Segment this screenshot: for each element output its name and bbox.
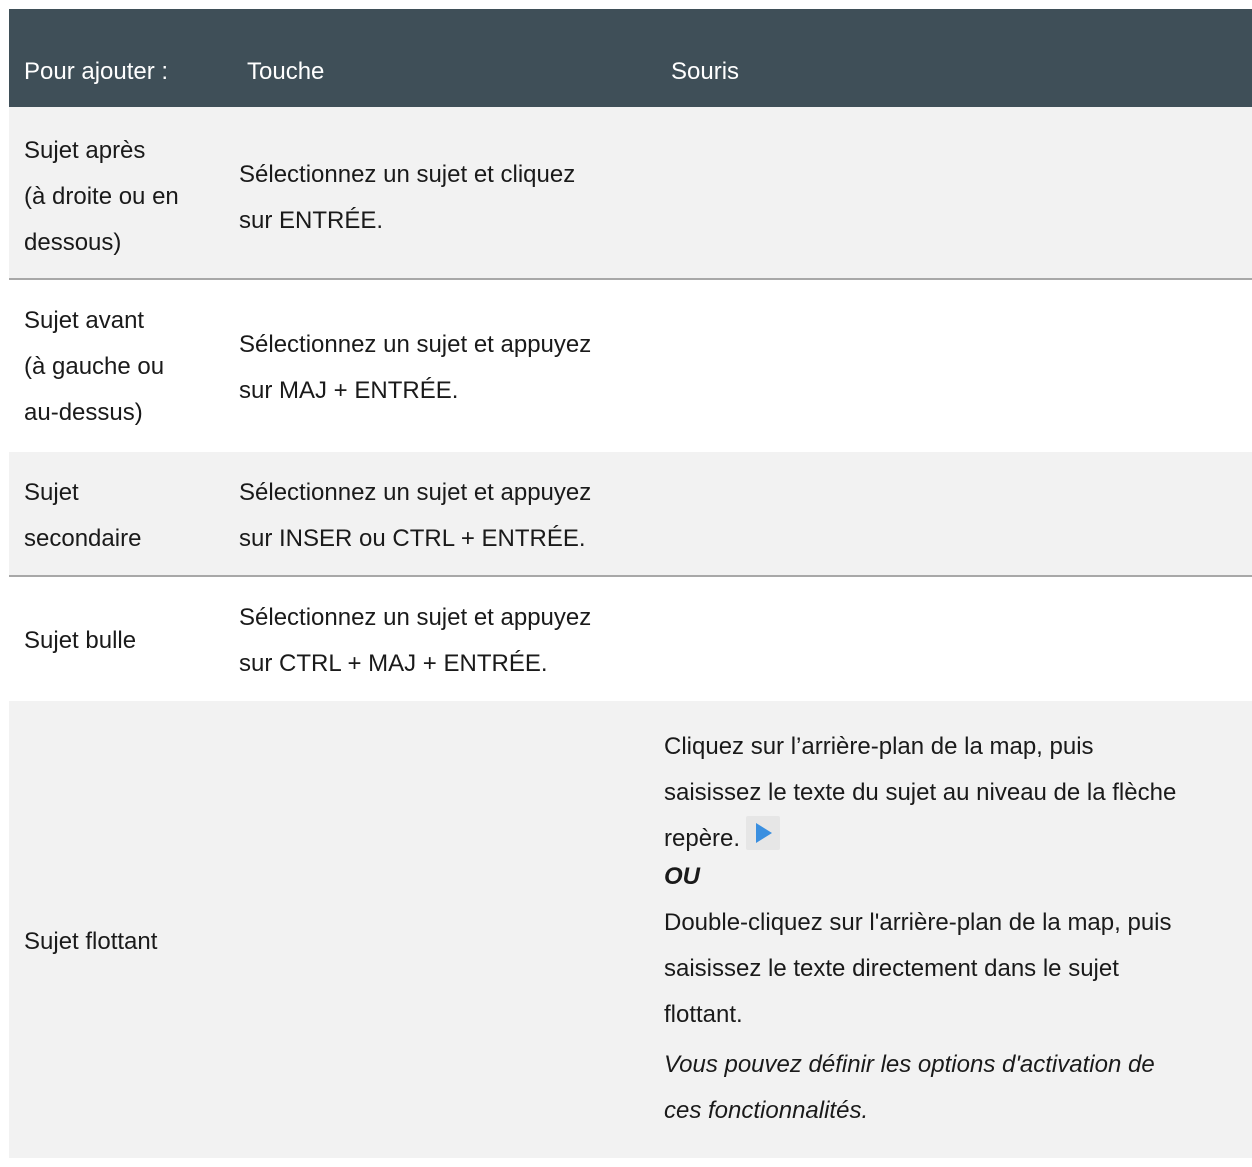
- mouse-line: Double-cliquez sur l'arrière-plan de la …: [664, 909, 1172, 936]
- header-mouse: Souris: [671, 58, 740, 85]
- note-line: ces fonctionnalités.: [664, 1097, 869, 1124]
- table-row: Sujet après (à droite ou en dessous) Sél…: [9, 107, 1252, 280]
- key-line: Sélectionnez un sujet et cliquez: [239, 161, 576, 188]
- shortcut-table: Pour ajouter : Touche Souris Sujet après…: [9, 9, 1252, 1158]
- label-line: secondaire: [24, 525, 142, 552]
- key-line: sur CTRL + MAJ + ENTRÉE.: [239, 650, 548, 677]
- table-row: Sujet avant (à gauche ou au-dessus) Séle…: [9, 280, 1252, 452]
- label-line: Sujet bulle: [24, 627, 137, 654]
- label-line: Sujet: [24, 479, 79, 506]
- row-label: Sujet avant (à gauche ou au-dessus): [24, 298, 214, 436]
- table-row: Sujet flottant Cliquez sur l’arrière-pla…: [9, 701, 1252, 1158]
- mouse-line: repère.: [664, 816, 1244, 862]
- mouse-line: saisissez le texte du sujet au niveau de…: [664, 779, 1177, 806]
- key-line: sur MAJ + ENTRÉE.: [239, 377, 459, 404]
- row-label: Sujet secondaire: [24, 470, 214, 562]
- row-key: Sélectionnez un sujet et cliquez sur ENT…: [239, 152, 659, 244]
- note-line: Vous pouvez définir les options d'activa…: [664, 1051, 1155, 1078]
- label-line: au-dessus): [24, 399, 143, 426]
- key-line: Sélectionnez un sujet et appuyez: [239, 479, 592, 506]
- mouse-line: saisissez le texte directement dans le s…: [664, 955, 1119, 982]
- header-key: Touche: [247, 58, 325, 85]
- mouse-line-text: repère.: [664, 825, 741, 852]
- row-mouse: Cliquez sur l’arrière-plan de la map, pu…: [664, 724, 1244, 1134]
- row-key: Sélectionnez un sujet et appuyez sur MAJ…: [239, 322, 659, 414]
- label-line: dessous): [24, 229, 122, 256]
- mouse-line: Cliquez sur l’arrière-plan de la map, pu…: [664, 733, 1094, 760]
- header-add: Pour ajouter :: [24, 58, 169, 85]
- row-label: Sujet après (à droite ou en dessous): [24, 128, 214, 266]
- label-line: Sujet après: [24, 137, 146, 164]
- row-label: Sujet flottant: [24, 928, 158, 955]
- key-line: Sélectionnez un sujet et appuyez: [239, 604, 592, 631]
- label-line: (à droite ou en: [24, 183, 179, 210]
- row-key: Sélectionnez un sujet et appuyez sur CTR…: [239, 595, 659, 687]
- play-arrow-icon: [746, 816, 781, 850]
- row-key: Sélectionnez un sujet et appuyez sur INS…: [239, 470, 659, 562]
- key-line: Sélectionnez un sujet et appuyez: [239, 331, 592, 358]
- table-header: Pour ajouter : Touche Souris: [9, 9, 1252, 107]
- table-row: Sujet bulle Sélectionnez un sujet et app…: [9, 577, 1252, 701]
- key-line: sur INSER ou CTRL + ENTRÉE.: [239, 525, 586, 552]
- table-row: Sujet secondaire Sélectionnez un sujet e…: [9, 452, 1252, 577]
- row-label: Sujet bulle: [24, 618, 214, 664]
- label-line: Sujet avant: [24, 307, 145, 334]
- label-line: (à gauche ou: [24, 353, 165, 380]
- mouse-line: flottant.: [664, 1001, 743, 1028]
- key-line: sur ENTRÉE.: [239, 207, 384, 234]
- or-label: OU: [664, 863, 700, 890]
